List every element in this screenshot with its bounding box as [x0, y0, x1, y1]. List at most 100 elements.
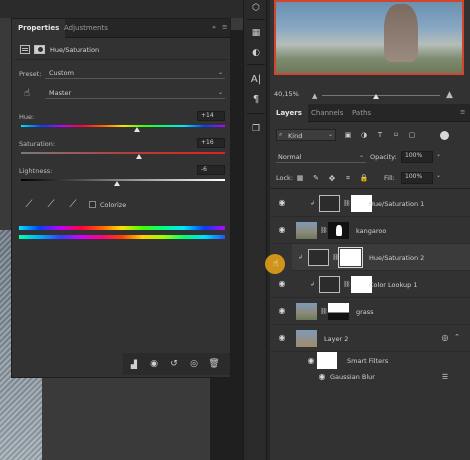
layers-stack-icon[interactable]: ▦: [250, 27, 262, 39]
panel-menu-icon[interactable]: ≡: [222, 23, 227, 31]
visibility-eye-icon[interactable]: ◉: [277, 279, 287, 289]
view-previous-state-icon[interactable]: ◉: [147, 357, 161, 371]
visibility-eye-icon[interactable]: ◎: [187, 357, 201, 371]
lock-position-icon[interactable]: ✥: [327, 173, 337, 183]
smart-object-thumbnail[interactable]: [296, 330, 317, 347]
channel-dropdown[interactable]: Master ⌄: [45, 89, 225, 99]
link-chain-icon[interactable]: ⛓: [332, 254, 340, 261]
layer-row[interactable]: ◉ Layer 2 ◎ ⌃: [270, 325, 470, 352]
navigator-preview[interactable]: [274, 0, 464, 75]
copy-icon[interactable]: ❐: [250, 123, 262, 135]
layer-name[interactable]: Color Lookup 1: [369, 281, 418, 289]
filter-blending-options-icon[interactable]: ☰: [440, 372, 450, 382]
blend-mode-dropdown[interactable]: Normal ⌄: [276, 151, 366, 163]
visibility-eye-icon[interactable]: ◉: [306, 356, 316, 366]
fill-field[interactable]: 100%: [401, 172, 433, 184]
adjustment-thumbnail[interactable]: [319, 195, 340, 212]
smart-filter-indicator-icon[interactable]: ◎: [440, 332, 450, 342]
panel-menu-icon[interactable]: ≡: [460, 108, 465, 116]
link-chain-icon[interactable]: ⛓: [320, 308, 328, 315]
zoom-level[interactable]: 40,15%: [274, 90, 299, 98]
shape-filter-icon[interactable]: ⌑: [391, 130, 401, 140]
tab-channels[interactable]: Channels: [305, 104, 349, 122]
link-chain-icon[interactable]: ⛓: [343, 200, 351, 207]
layer-row[interactable]: ◉ ⛓ grass: [270, 298, 470, 325]
layer-name[interactable]: grass: [356, 308, 374, 316]
link-chain-icon[interactable]: ⛓: [320, 227, 328, 234]
layer-name[interactable]: Smart Filters: [347, 357, 388, 365]
zoom-slider-track[interactable]: [322, 95, 440, 96]
lock-image-icon[interactable]: ✎: [311, 173, 321, 183]
layer-row-selected[interactable]: ↲ ⛓ Hue/Saturation 2: [292, 244, 470, 271]
mask-thumbnail[interactable]: [328, 303, 349, 320]
visibility-eye-icon[interactable]: ◉: [277, 225, 287, 235]
chevron-down-icon[interactable]: ⌄: [436, 151, 441, 158]
visibility-eye-icon[interactable]: ◉: [277, 198, 287, 208]
adjustment-circle-icon[interactable]: ◐: [250, 47, 262, 59]
adjustment-thumbnail[interactable]: [319, 276, 340, 293]
layer-name[interactable]: Gaussian Blur: [330, 373, 375, 381]
paragraph-icon[interactable]: ¶: [250, 93, 262, 105]
type-filter-icon[interactable]: T: [375, 130, 385, 140]
adjustment-filter-icon[interactable]: ◑: [359, 130, 369, 140]
eyedropper-add-icon[interactable]: ⟋: [45, 198, 57, 210]
hue-slider-track[interactable]: [21, 125, 225, 127]
mask-thumbnail[interactable]: [328, 222, 349, 239]
lightness-slider-thumb[interactable]: [113, 181, 120, 186]
tab-layers[interactable]: Layers: [270, 104, 308, 122]
adjustment-thumbnail[interactable]: [308, 249, 329, 266]
saturation-slider-track[interactable]: [21, 152, 225, 154]
cube-icon[interactable]: ⬡: [250, 2, 262, 14]
layer-row[interactable]: ◉ Gaussian Blur ☰: [270, 370, 470, 384]
reset-icon[interactable]: ↺: [167, 357, 181, 371]
mask-thumbnail[interactable]: [338, 247, 363, 268]
lightness-value-field[interactable]: -6: [197, 165, 225, 175]
zoom-in-icon[interactable]: ▲: [446, 90, 453, 100]
image-thumbnail[interactable]: [296, 222, 317, 239]
layer-name[interactable]: kangaroo: [356, 227, 386, 235]
eyedropper-icon[interactable]: ⟋: [23, 198, 35, 210]
hue-slider-thumb[interactable]: [134, 127, 141, 132]
layer-row[interactable]: ◉ Smart Filters: [270, 352, 470, 370]
colorize-checkbox[interactable]: [89, 201, 96, 208]
layer-name[interactable]: Layer 2: [324, 335, 348, 343]
lightness-slider-track[interactable]: [21, 179, 225, 181]
smart-object-filter-icon[interactable]: ▢: [407, 130, 417, 140]
layer-mask-icon[interactable]: [34, 45, 45, 54]
adjustment-layer-icon[interactable]: [20, 45, 30, 54]
hue-value-field[interactable]: +14: [197, 111, 225, 121]
clip-to-layer-icon[interactable]: ▟: [127, 357, 141, 371]
collapse-icon[interactable]: »: [212, 23, 216, 31]
visibility-eye-icon[interactable]: ◉: [317, 372, 327, 382]
filter-kind-dropdown[interactable]: ⌕ Kind ⌄: [276, 129, 336, 141]
layer-row[interactable]: ◉ ⛓ kangaroo: [270, 217, 470, 244]
layer-name[interactable]: Hue/Saturation 1: [369, 200, 424, 208]
lock-all-icon[interactable]: 🔒: [359, 173, 369, 183]
zoom-out-icon[interactable]: ▲: [312, 92, 317, 100]
lock-transparent-icon[interactable]: ▦: [295, 173, 305, 183]
smart-filter-mask-thumbnail[interactable]: [317, 352, 337, 369]
layer-row[interactable]: ◉ ↲ ⛓ Color Lookup 1: [270, 271, 470, 298]
saturation-value-field[interactable]: +16: [197, 138, 225, 148]
tab-adjustments[interactable]: Adjustments: [58, 19, 114, 38]
eyedropper-subtract-icon[interactable]: ⟋: [67, 198, 79, 210]
pixel-layer-filter-icon[interactable]: ▣: [343, 130, 353, 140]
zoom-slider-thumb[interactable]: [373, 94, 379, 99]
delete-icon[interactable]: 🗑: [207, 357, 221, 371]
preset-dropdown[interactable]: Custom ⌄: [45, 69, 225, 79]
filter-toggle-icon[interactable]: [440, 131, 449, 140]
opacity-field[interactable]: 100%: [401, 151, 433, 163]
chevron-up-icon[interactable]: ⌃: [452, 332, 462, 342]
visibility-eye-icon[interactable]: ◉: [277, 306, 287, 316]
tab-paths[interactable]: Paths: [346, 104, 377, 122]
layer-row[interactable]: ◉ ↲ ⛓ Hue/Saturation 1: [270, 190, 470, 217]
character-icon[interactable]: A|: [250, 73, 262, 85]
visibility-eye-icon[interactable]: ◉: [277, 333, 287, 343]
image-thumbnail[interactable]: [296, 303, 317, 320]
saturation-slider-thumb[interactable]: [136, 154, 143, 159]
layer-name[interactable]: Hue/Saturation 2: [369, 254, 424, 262]
link-chain-icon[interactable]: ⛓: [343, 281, 351, 288]
lock-artboard-icon[interactable]: ⌗: [343, 173, 353, 183]
chevron-down-icon[interactable]: ⌄: [436, 172, 441, 179]
targeted-adjustment-hand-icon[interactable]: ☝: [21, 87, 33, 99]
